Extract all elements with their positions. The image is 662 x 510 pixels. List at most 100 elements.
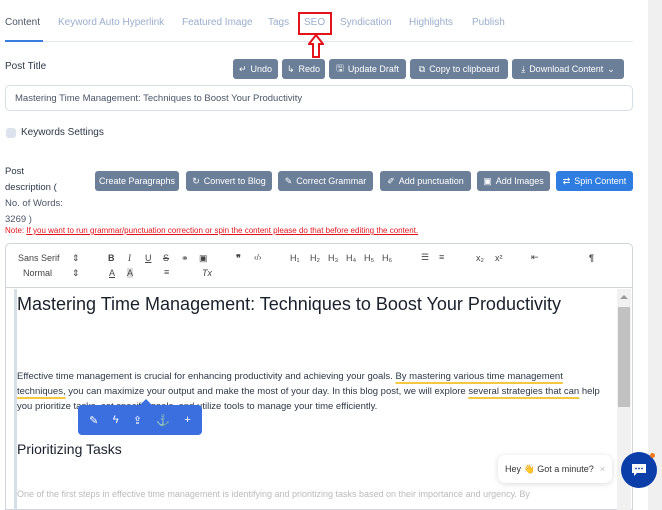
post-description-label: Post description ( No. of Words: 3269 ) bbox=[5, 164, 77, 228]
blockquote-icon[interactable]: ❞ bbox=[236, 253, 241, 264]
chat-icon bbox=[632, 464, 646, 476]
convert-icon: ↻ bbox=[192, 175, 200, 186]
undo-label: Undo bbox=[250, 64, 273, 74]
background-color-icon[interactable]: A bbox=[127, 268, 134, 278]
suggestion-highlight[interactable]: several strategies that can bbox=[468, 386, 579, 397]
update-draft-button[interactable]: 🖫 Update Draft bbox=[329, 59, 406, 79]
text-color-icon[interactable]: A bbox=[109, 268, 115, 278]
h2-icon[interactable]: H₂ bbox=[310, 253, 320, 263]
page-gutter bbox=[648, 0, 662, 510]
editor-toolbar: Sans Serif ⇕ Normal ⇕ B I U S ⚭ ▣ ❞ ‹/› … bbox=[6, 244, 632, 288]
font-family-select[interactable]: Sans Serif bbox=[18, 253, 60, 263]
tab-highlights[interactable]: Highlights bbox=[409, 17, 453, 28]
chevron-down-icon: ⌄ bbox=[607, 63, 615, 74]
note-link[interactable]: If you want to run grammar/punctuation c… bbox=[26, 226, 418, 235]
keywords-settings-toggle[interactable] bbox=[6, 128, 16, 138]
tab-featured-image[interactable]: Featured Image bbox=[182, 17, 253, 28]
tab-content[interactable]: Content bbox=[5, 17, 40, 28]
h6-icon[interactable]: H₆ bbox=[382, 253, 392, 263]
spin-content-label: Spin Content bbox=[574, 176, 627, 186]
tab-tags[interactable]: Tags bbox=[268, 17, 289, 28]
underline-icon[interactable]: U bbox=[145, 253, 152, 263]
content-heading: Mastering Time Management: Techniques to… bbox=[17, 294, 561, 314]
redo-icon: ↳ bbox=[286, 63, 295, 74]
desc-label-line: Post bbox=[5, 166, 25, 177]
post-title-input[interactable]: Mastering Time Management: Techniques to… bbox=[5, 85, 633, 111]
bullet-list-icon[interactable]: ≡ bbox=[439, 252, 444, 262]
create-paragraphs-label: Create Paragraphs bbox=[98, 176, 176, 186]
ordered-list-icon[interactable]: ☰ bbox=[421, 252, 429, 263]
note-message: Note: If you want to run grammar/punctua… bbox=[5, 226, 418, 235]
indent-icon[interactable]: ⇤ bbox=[531, 252, 539, 263]
chat-greeting-bubble[interactable]: Hey 👋 Got a minute? × bbox=[498, 455, 612, 483]
paragraph-text: Effective time management is crucial for… bbox=[17, 371, 396, 382]
tab-publish[interactable]: Publish bbox=[472, 17, 505, 28]
create-paragraphs-button[interactable]: Create Paragraphs bbox=[95, 171, 179, 191]
edit-icon: ✎ bbox=[284, 175, 293, 186]
italic-icon[interactable]: I bbox=[128, 253, 131, 263]
subscript-icon[interactable]: x₂ bbox=[476, 253, 484, 263]
h3-icon[interactable]: H₃ bbox=[328, 253, 338, 263]
align-icon[interactable]: ≡ bbox=[164, 267, 169, 277]
scroll-up-icon[interactable] bbox=[620, 295, 628, 299]
h5-icon[interactable]: H₅ bbox=[364, 253, 374, 263]
image-icon[interactable]: ▣ bbox=[199, 253, 208, 264]
font-size-select[interactable]: Normal bbox=[23, 268, 52, 278]
save-icon: 🖫 bbox=[336, 63, 344, 73]
add-punctuation-label: Add punctuation bbox=[398, 176, 464, 186]
correct-grammar-label: Correct Grammar bbox=[296, 176, 367, 186]
link-icon[interactable]: ⚭ bbox=[181, 253, 189, 264]
font-family-value: Sans Serif bbox=[18, 253, 60, 263]
copy-icon: ⧉ bbox=[418, 63, 426, 74]
download-icon: ⤓ bbox=[521, 63, 526, 74]
h1-icon[interactable]: H₁ bbox=[290, 253, 300, 263]
undo-button[interactable]: ↵ Undo bbox=[233, 59, 278, 79]
pencil-icon: ✐ bbox=[387, 175, 395, 186]
active-tab-indicator bbox=[5, 40, 43, 42]
undo-icon: ↵ bbox=[238, 63, 247, 74]
spin-content-button[interactable]: ⇄ Spin Content bbox=[556, 171, 633, 191]
size-select-arrows-icon: ⇕ bbox=[72, 268, 80, 278]
image-icon: ▣ bbox=[483, 175, 492, 186]
post-title-value: Mastering Time Management: Techniques to… bbox=[15, 92, 303, 104]
download-label: Download Content bbox=[529, 64, 604, 74]
copy-to-clipboard-button[interactable]: ⧉ Copy to clipboard bbox=[410, 59, 508, 79]
copy-label: Copy to clipboard bbox=[429, 64, 500, 74]
post-title-label: Post Title bbox=[5, 61, 47, 72]
add-punctuation-button[interactable]: ✐ Add punctuation bbox=[380, 171, 471, 191]
redo-button[interactable]: ↳ Redo bbox=[282, 59, 325, 79]
redo-label: Redo bbox=[298, 64, 321, 74]
close-icon[interactable]: × bbox=[600, 464, 605, 474]
tab-syndication[interactable]: Syndication bbox=[340, 17, 392, 28]
paragraph-text: you can maximize your output and make th… bbox=[65, 386, 469, 397]
lightning-icon[interactable]: ϟ bbox=[113, 414, 119, 426]
chat-greeting-text: Hey 👋 Got a minute? bbox=[505, 463, 594, 474]
convert-to-blog-label: Convert to Blog bbox=[203, 176, 266, 186]
plus-icon[interactable]: + bbox=[184, 414, 190, 426]
clear-format-icon[interactable]: Tx bbox=[202, 268, 212, 278]
repeat-icon: ⇄ bbox=[562, 175, 571, 186]
tab-keyword-auto-hyperlink[interactable]: Keyword Auto Hyperlink bbox=[58, 17, 164, 28]
content-subheading: Prioritizing Tasks bbox=[17, 441, 122, 457]
anchor-icon[interactable]: ⚓ bbox=[156, 414, 170, 427]
scroll-thumb[interactable] bbox=[618, 307, 630, 407]
desc-label-line: description ( bbox=[5, 182, 57, 193]
code-icon[interactable]: ‹/› bbox=[254, 253, 262, 262]
share-icon[interactable]: ⇪ bbox=[133, 414, 142, 427]
edit-icon[interactable]: ✎ bbox=[89, 414, 98, 427]
update-draft-label: Update Draft bbox=[347, 64, 399, 74]
add-images-button[interactable]: ▣ Add Images bbox=[477, 171, 550, 191]
font-size-value: Normal bbox=[23, 268, 53, 278]
h4-icon[interactable]: H₄ bbox=[346, 253, 356, 263]
correct-grammar-button[interactable]: ✎ Correct Grammar bbox=[278, 171, 373, 191]
convert-to-blog-button[interactable]: ↻ Convert to Blog bbox=[186, 171, 272, 191]
superscript-icon[interactable]: x² bbox=[495, 253, 503, 263]
strike-icon[interactable]: S bbox=[163, 253, 169, 263]
arrow-up-icon bbox=[308, 34, 324, 58]
notification-dot bbox=[650, 453, 655, 458]
add-images-label: Add Images bbox=[495, 176, 544, 186]
download-content-button[interactable]: ⤓ Download Content ⌄ bbox=[512, 59, 624, 79]
bold-icon[interactable]: B bbox=[108, 253, 115, 263]
text-direction-icon[interactable]: ¶ bbox=[589, 253, 594, 263]
word-count-label: No. of Words: bbox=[5, 198, 63, 209]
